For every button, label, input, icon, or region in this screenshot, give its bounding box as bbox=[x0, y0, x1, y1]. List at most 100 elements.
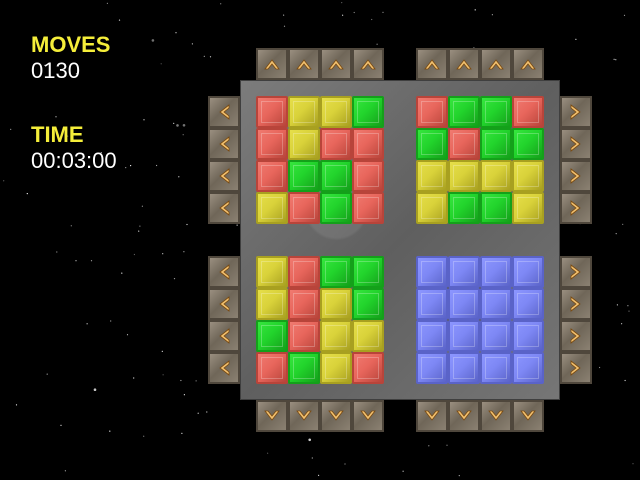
arrow-up-icon bbox=[488, 59, 504, 70]
tile-top-right-r2-c0 bbox=[416, 160, 448, 192]
shift-down-button-6[interactable] bbox=[448, 400, 480, 432]
shift-right-button-2[interactable] bbox=[560, 128, 592, 160]
shift-right-button-4[interactable] bbox=[560, 192, 592, 224]
moves-display: MOVES 0130 bbox=[31, 32, 110, 84]
tile-top-right-r2-c3 bbox=[512, 160, 544, 192]
tile-top-right-r1-c1 bbox=[448, 128, 480, 160]
shift-up-button-6[interactable] bbox=[448, 48, 480, 80]
tile-bottom-left-r2-c3 bbox=[352, 320, 384, 352]
shift-up-button-7[interactable] bbox=[480, 48, 512, 80]
tile-top-right-r1-c2 bbox=[480, 128, 512, 160]
tile-top-left-r3-c3 bbox=[352, 192, 384, 224]
arrow-right-icon bbox=[570, 360, 581, 376]
tile-top-right-r3-c1 bbox=[448, 192, 480, 224]
arrow-left-icon bbox=[219, 168, 230, 184]
tile-bottom-right-r3-c0 bbox=[416, 352, 448, 384]
arrow-down-icon bbox=[360, 410, 376, 421]
tile-top-right-r3-c0 bbox=[416, 192, 448, 224]
time-display: TIME 00:03:00 bbox=[31, 122, 117, 174]
shift-left-button-4[interactable] bbox=[208, 192, 240, 224]
tile-top-right-r1-c3 bbox=[512, 128, 544, 160]
tile-bottom-right-r2-c2 bbox=[480, 320, 512, 352]
tile-bottom-left-r1-c3 bbox=[352, 288, 384, 320]
arrow-down-icon bbox=[296, 410, 312, 421]
arrow-up-icon bbox=[296, 59, 312, 70]
shift-down-button-5[interactable] bbox=[416, 400, 448, 432]
tile-bottom-right-r2-c0 bbox=[416, 320, 448, 352]
shift-right-button-5[interactable] bbox=[560, 256, 592, 288]
shift-left-button-3[interactable] bbox=[208, 160, 240, 192]
arrow-down-icon bbox=[264, 410, 280, 421]
tile-top-left-r0-c3 bbox=[352, 96, 384, 128]
tile-top-right-r0-c2 bbox=[480, 96, 512, 128]
shift-up-button-5[interactable] bbox=[416, 48, 448, 80]
shift-down-button-4[interactable] bbox=[352, 400, 384, 432]
tile-bottom-right-r0-c2 bbox=[480, 256, 512, 288]
shift-down-button-2[interactable] bbox=[288, 400, 320, 432]
tile-bottom-left-r1-c0 bbox=[256, 288, 288, 320]
arrow-left-icon bbox=[219, 264, 230, 280]
time-label: TIME bbox=[31, 122, 84, 147]
shift-down-button-7[interactable] bbox=[480, 400, 512, 432]
arrow-left-icon bbox=[219, 200, 230, 216]
tile-top-right-r2-c2 bbox=[480, 160, 512, 192]
arrow-up-icon bbox=[328, 59, 344, 70]
shift-right-button-7[interactable] bbox=[560, 320, 592, 352]
tile-top-left-r3-c1 bbox=[288, 192, 320, 224]
shift-right-button-6[interactable] bbox=[560, 288, 592, 320]
tile-top-right-r1-c0 bbox=[416, 128, 448, 160]
arrow-down-icon bbox=[328, 410, 344, 421]
shift-down-button-3[interactable] bbox=[320, 400, 352, 432]
shift-left-button-7[interactable] bbox=[208, 320, 240, 352]
shift-up-button-8[interactable] bbox=[512, 48, 544, 80]
tile-bottom-right-r0-c3 bbox=[512, 256, 544, 288]
arrow-up-icon bbox=[520, 59, 536, 70]
arrow-right-icon bbox=[570, 136, 581, 152]
shift-left-button-6[interactable] bbox=[208, 288, 240, 320]
arrow-left-icon bbox=[219, 360, 230, 376]
tile-top-left-r2-c1 bbox=[288, 160, 320, 192]
shift-down-button-8[interactable] bbox=[512, 400, 544, 432]
arrow-down-icon bbox=[424, 410, 440, 421]
arrow-left-icon bbox=[219, 136, 230, 152]
arrow-left-icon bbox=[219, 104, 230, 120]
tile-bottom-right-r1-c2 bbox=[480, 288, 512, 320]
arrow-up-icon bbox=[360, 59, 376, 70]
shift-up-button-4[interactable] bbox=[352, 48, 384, 80]
tile-bottom-left-r1-c1 bbox=[288, 288, 320, 320]
tile-bottom-right-r1-c3 bbox=[512, 288, 544, 320]
shift-left-button-5[interactable] bbox=[208, 256, 240, 288]
arrow-right-icon bbox=[570, 296, 581, 312]
shift-up-button-3[interactable] bbox=[320, 48, 352, 80]
shift-up-button-2[interactable] bbox=[288, 48, 320, 80]
shift-left-button-8[interactable] bbox=[208, 352, 240, 384]
tile-top-left-r2-c2 bbox=[320, 160, 352, 192]
time-counter: 00:03:00 bbox=[31, 148, 117, 173]
shift-down-button-1[interactable] bbox=[256, 400, 288, 432]
shift-right-button-8[interactable] bbox=[560, 352, 592, 384]
shift-right-button-1[interactable] bbox=[560, 96, 592, 128]
tile-top-right-r3-c3 bbox=[512, 192, 544, 224]
arrow-up-icon bbox=[264, 59, 280, 70]
arrow-right-icon bbox=[570, 104, 581, 120]
tile-top-left-r3-c2 bbox=[320, 192, 352, 224]
shift-right-button-3[interactable] bbox=[560, 160, 592, 192]
shift-left-button-1[interactable] bbox=[208, 96, 240, 128]
tile-bottom-right-r3-c3 bbox=[512, 352, 544, 384]
tile-top-left-r2-c0 bbox=[256, 160, 288, 192]
tile-bottom-left-r3-c0 bbox=[256, 352, 288, 384]
shift-left-button-2[interactable] bbox=[208, 128, 240, 160]
tile-top-left-r1-c0 bbox=[256, 128, 288, 160]
tile-bottom-left-r2-c1 bbox=[288, 320, 320, 352]
arrow-right-icon bbox=[570, 328, 581, 344]
tile-bottom-right-r0-c1 bbox=[448, 256, 480, 288]
tile-top-left-r1-c1 bbox=[288, 128, 320, 160]
tile-bottom-left-r2-c0 bbox=[256, 320, 288, 352]
moves-label: MOVES bbox=[31, 32, 111, 57]
tile-bottom-right-r3-c1 bbox=[448, 352, 480, 384]
tile-top-left-r0-c1 bbox=[288, 96, 320, 128]
shift-up-button-1[interactable] bbox=[256, 48, 288, 80]
arrow-right-icon bbox=[570, 168, 581, 184]
tile-top-right-r2-c1 bbox=[448, 160, 480, 192]
tile-top-right-r3-c2 bbox=[480, 192, 512, 224]
